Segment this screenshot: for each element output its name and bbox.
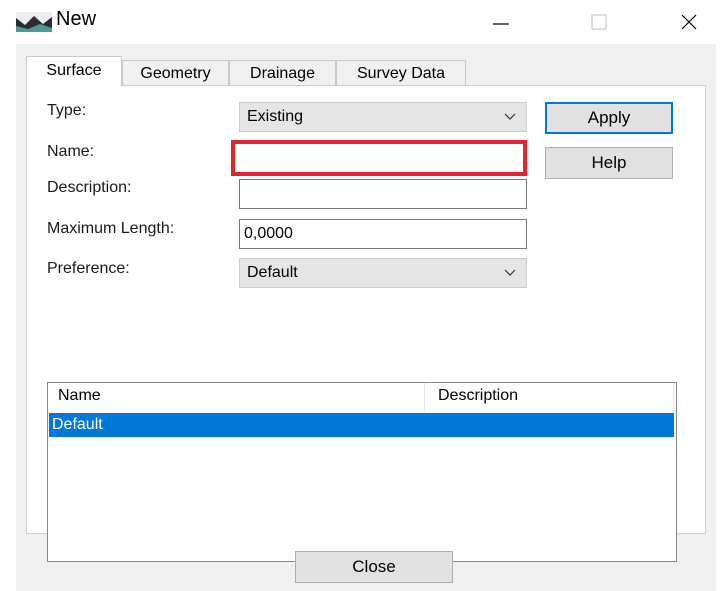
title-bar: New bbox=[0, 0, 720, 44]
column-divider[interactable] bbox=[673, 383, 674, 411]
surface-panel: Type: Existing Name: Description: Maximu… bbox=[26, 85, 706, 562]
chevron-down-icon bbox=[504, 103, 516, 131]
close-window-button[interactable] bbox=[664, 4, 714, 40]
description-label: Description: bbox=[47, 179, 132, 196]
window-title: New bbox=[56, 8, 97, 30]
preference-label: Preference: bbox=[47, 260, 130, 277]
list-item-name: Default bbox=[52, 416, 103, 433]
tab-survey-data[interactable]: Survey Data bbox=[336, 60, 466, 86]
tab-surface[interactable]: Surface bbox=[26, 56, 122, 87]
close-icon bbox=[681, 14, 697, 30]
preference-select-value: Default bbox=[247, 264, 298, 281]
tab-geometry[interactable]: Geometry bbox=[122, 60, 229, 86]
name-label: Name: bbox=[47, 143, 95, 160]
name-input[interactable] bbox=[231, 140, 527, 176]
maximize-icon bbox=[591, 14, 607, 30]
column-header-name[interactable]: Name bbox=[58, 387, 101, 405]
surface-landscape-icon bbox=[16, 12, 52, 32]
type-select-value: Existing bbox=[247, 108, 304, 125]
type-label: Type: bbox=[47, 102, 87, 119]
chevron-down-icon bbox=[504, 259, 516, 287]
dialog-body: Surface Geometry Drainage Survey Data Ty… bbox=[16, 44, 716, 591]
tab-drainage[interactable]: Drainage bbox=[229, 60, 336, 86]
description-input[interactable] bbox=[239, 179, 527, 209]
max-length-input[interactable] bbox=[239, 219, 527, 249]
maximize-button[interactable] bbox=[574, 4, 624, 40]
help-button[interactable]: Help bbox=[545, 147, 673, 179]
preference-list: Name Description Default bbox=[47, 382, 677, 562]
close-button[interactable]: Close bbox=[295, 551, 453, 583]
type-select[interactable]: Existing bbox=[239, 102, 527, 132]
column-header-description[interactable]: Description bbox=[438, 387, 518, 405]
list-item[interactable]: Default bbox=[49, 413, 674, 437]
max-length-label: Maximum Length: bbox=[47, 220, 175, 237]
column-divider[interactable] bbox=[424, 383, 425, 411]
list-header: Name Description bbox=[48, 383, 674, 411]
minimize-button[interactable] bbox=[476, 4, 526, 40]
minimize-icon bbox=[493, 23, 509, 25]
preference-select[interactable]: Default bbox=[239, 258, 527, 288]
apply-button[interactable]: Apply bbox=[545, 102, 673, 134]
